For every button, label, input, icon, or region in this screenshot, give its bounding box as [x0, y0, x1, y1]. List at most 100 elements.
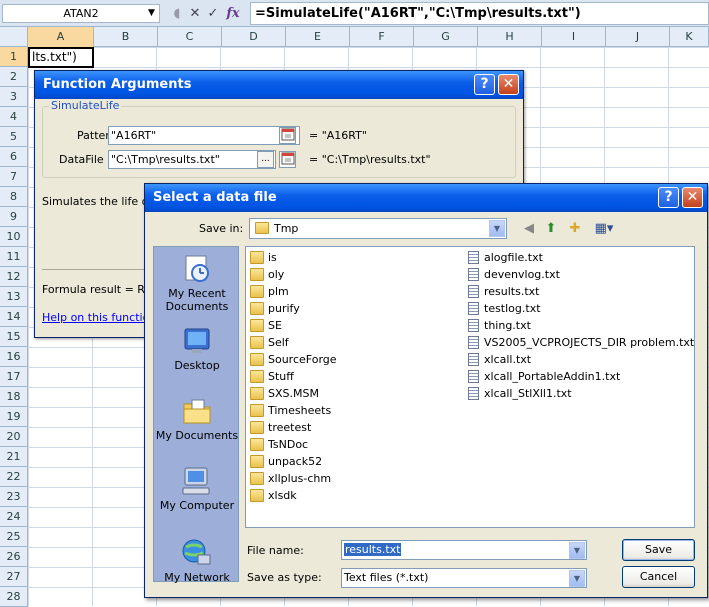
active-cell-a1[interactable]: lts.txt"): [28, 47, 94, 68]
chevron-down-icon[interactable]: ▼: [569, 570, 585, 587]
file-item[interactable]: xlcall.txt: [466, 351, 531, 368]
row-header[interactable]: 9: [0, 207, 28, 227]
row-header[interactable]: 22: [0, 467, 28, 487]
row-header[interactable]: 4: [0, 107, 28, 127]
chevron-down-icon[interactable]: ▼: [489, 220, 505, 237]
close-button[interactable]: ✕: [498, 74, 519, 95]
column-header[interactable]: G: [414, 27, 478, 47]
file-item[interactable]: results.txt: [466, 283, 539, 300]
place-desktop[interactable]: Desktop: [154, 325, 240, 372]
new-folder-icon[interactable]: ✚: [565, 220, 585, 238]
folder-item[interactable]: TsNDoc: [250, 436, 308, 453]
row-header[interactable]: 5: [0, 127, 28, 147]
row-header[interactable]: 16: [0, 347, 28, 367]
column-header[interactable]: I: [542, 27, 606, 47]
row-header[interactable]: 10: [0, 227, 28, 247]
folder-item[interactable]: SE: [250, 317, 282, 334]
file-item[interactable]: testlog.txt: [466, 300, 541, 317]
row-header[interactable]: 23: [0, 487, 28, 507]
help-button[interactable]: ?: [658, 187, 679, 208]
cancel-button[interactable]: Cancel: [622, 566, 695, 588]
up-folder-icon[interactable]: ⬆: [541, 220, 561, 238]
folder-item[interactable]: treetest: [250, 419, 311, 436]
file-item[interactable]: thing.txt: [466, 317, 531, 334]
enter-formula-icon[interactable]: ✓: [204, 4, 222, 23]
select-all-corner[interactable]: [0, 27, 28, 47]
row-header[interactable]: 14: [0, 307, 28, 327]
formula-input[interactable]: =SimulateLife("A16RT","C:\Tmp\results.tx…: [250, 2, 709, 25]
folder-item[interactable]: oly: [250, 266, 284, 283]
datafile-input[interactable]: "C:\Tmp\results.txt": [108, 150, 276, 169]
row-header[interactable]: 1: [0, 47, 28, 67]
column-header[interactable]: F: [350, 27, 414, 47]
column-header[interactable]: A: [28, 27, 94, 47]
folder-item[interactable]: unpack52: [250, 453, 322, 470]
folder-item[interactable]: Stuff: [250, 368, 294, 385]
row-header[interactable]: 25: [0, 527, 28, 547]
row-header[interactable]: 19: [0, 407, 28, 427]
insert-function-icon[interactable]: fx: [224, 4, 242, 23]
folder-item[interactable]: SXS.MSM: [250, 385, 319, 402]
column-header[interactable]: H: [478, 27, 542, 47]
help-on-function-link[interactable]: Help on this function: [42, 311, 156, 324]
close-button[interactable]: ✕: [682, 187, 703, 208]
row-header[interactable]: 7: [0, 167, 28, 187]
row-header[interactable]: 24: [0, 507, 28, 527]
file-item[interactable]: xlcall_PortableAddin1.txt: [466, 368, 620, 385]
row-header[interactable]: 28: [0, 587, 28, 607]
browse-button[interactable]: ...: [257, 151, 274, 168]
folder-item[interactable]: is: [250, 249, 277, 266]
views-menu-icon[interactable]: ▦▾: [591, 220, 617, 238]
row-header[interactable]: 15: [0, 327, 28, 347]
file-item[interactable]: VS2005_VCPROJECTS_DIR problem.txt: [466, 334, 694, 351]
row-header[interactable]: 17: [0, 367, 28, 387]
folder-item[interactable]: xlsdk: [250, 487, 297, 504]
row-header[interactable]: 26: [0, 547, 28, 567]
save-as-type-dropdown[interactable]: Text files (*.txt) ▼: [341, 568, 587, 588]
row-header[interactable]: 6: [0, 147, 28, 167]
pattern-input[interactable]: "A16RT": [108, 126, 300, 145]
row-header[interactable]: 27: [0, 567, 28, 587]
folder-item[interactable]: xllplus-chm: [250, 470, 331, 487]
collapse-dialog-icon[interactable]: [279, 151, 296, 168]
place-my-documents[interactable]: My Documents: [154, 395, 240, 442]
folder-item[interactable]: SourceForge: [250, 351, 337, 368]
place-my-network[interactable]: My Network: [154, 537, 240, 584]
save-in-dropdown[interactable]: Tmp ▼: [249, 218, 507, 239]
row-header[interactable]: 8: [0, 187, 28, 207]
chevron-down-icon[interactable]: ▼: [569, 542, 585, 559]
row-header[interactable]: 3: [0, 87, 28, 107]
column-header[interactable]: B: [94, 27, 158, 47]
place-my-recent-documents[interactable]: My Recent Documents: [154, 253, 240, 313]
file-item[interactable]: devenvlog.txt: [466, 266, 560, 283]
folder-item[interactable]: plm: [250, 283, 289, 300]
column-header[interactable]: C: [158, 27, 222, 47]
folder-item[interactable]: Self: [250, 334, 289, 351]
place-my-computer[interactable]: My Computer: [154, 465, 240, 512]
file-name: results.txt: [484, 285, 540, 298]
file-name-input[interactable]: results.txt ▼: [341, 540, 587, 560]
row-header[interactable]: 18: [0, 387, 28, 407]
chevron-down-icon[interactable]: ▼: [148, 8, 155, 18]
column-header[interactable]: E: [286, 27, 350, 47]
collapse-dialog-icon[interactable]: [279, 127, 296, 144]
row-header[interactable]: 13: [0, 287, 28, 307]
file-item[interactable]: alogfile.txt: [466, 249, 543, 266]
cancel-formula-icon[interactable]: ✕: [186, 4, 204, 23]
row-header[interactable]: 21: [0, 447, 28, 467]
column-header[interactable]: K: [670, 27, 709, 47]
row-header[interactable]: 12: [0, 267, 28, 287]
name-box[interactable]: ATAN2: [2, 4, 160, 23]
row-header[interactable]: 2: [0, 67, 28, 87]
back-icon[interactable]: ◀: [519, 220, 539, 238]
file-list[interactable]: is oly plm purify SE Self SourceForge St…: [245, 246, 695, 528]
file-item[interactable]: xlcall_StlXll1.txt: [466, 385, 572, 402]
folder-item[interactable]: Timesheets: [250, 402, 331, 419]
folder-item[interactable]: purify: [250, 300, 300, 317]
column-header[interactable]: D: [222, 27, 286, 47]
save-button[interactable]: Save: [622, 539, 695, 561]
column-header[interactable]: J: [606, 27, 670, 47]
row-header[interactable]: 20: [0, 427, 28, 447]
row-header[interactable]: 11: [0, 247, 28, 267]
help-button[interactable]: ?: [474, 74, 495, 95]
